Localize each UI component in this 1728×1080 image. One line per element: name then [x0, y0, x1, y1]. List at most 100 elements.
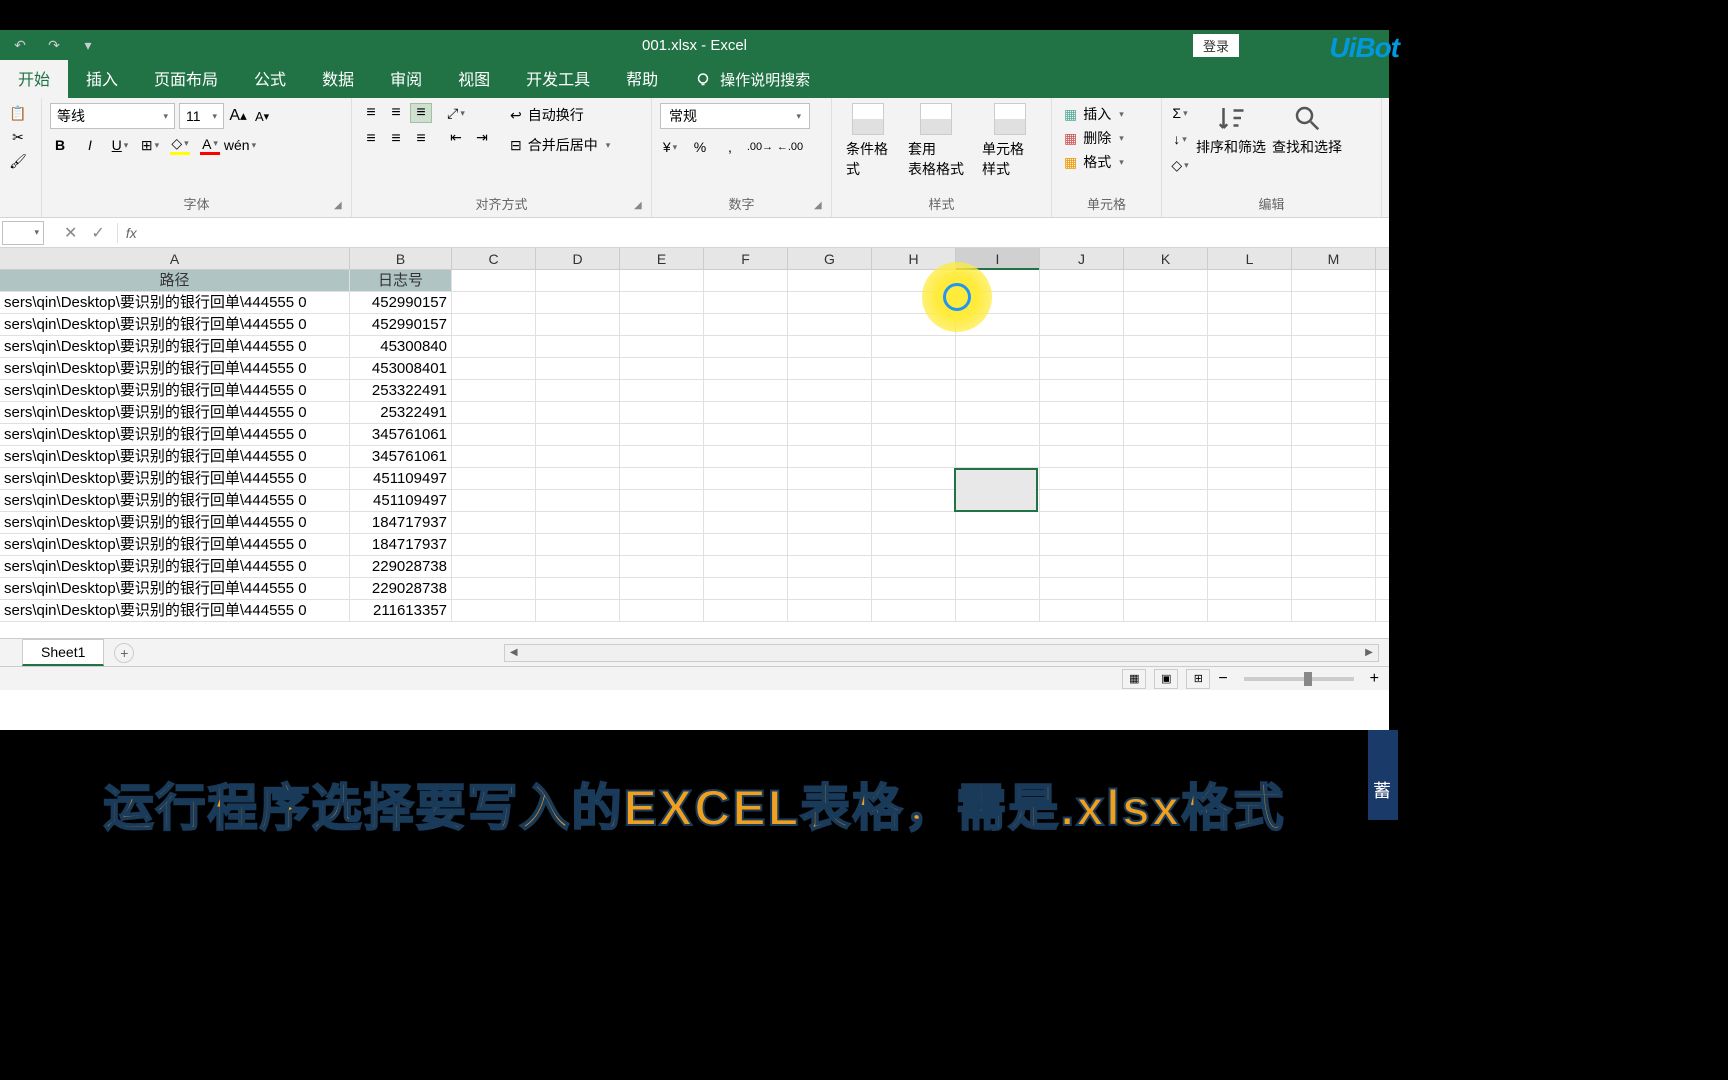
cell[interactable]: [620, 556, 704, 577]
cell[interactable]: [956, 490, 1040, 511]
cell[interactable]: [1040, 402, 1124, 423]
number-format-select[interactable]: 常规▾: [660, 103, 810, 129]
cell[interactable]: [1124, 600, 1208, 621]
cell[interactable]: [788, 468, 872, 489]
undo-icon[interactable]: ↶: [10, 35, 30, 55]
cell[interactable]: [1124, 314, 1208, 335]
cell[interactable]: [956, 512, 1040, 533]
cell[interactable]: [620, 358, 704, 379]
cell[interactable]: [704, 534, 788, 555]
cell[interactable]: sers\qin\Desktop\要识别的银行回单\444555 0: [0, 578, 350, 599]
cell[interactable]: [1040, 424, 1124, 445]
cell[interactable]: [956, 468, 1040, 489]
format-painter-icon[interactable]: 🖌: [8, 151, 28, 171]
cell[interactable]: [1292, 600, 1376, 621]
cell[interactable]: [620, 578, 704, 599]
cell[interactable]: [452, 600, 536, 621]
sort-filter-button[interactable]: 排序和筛选: [1196, 103, 1266, 157]
cell[interactable]: 211613357: [350, 600, 452, 621]
cell[interactable]: [872, 336, 956, 357]
cell[interactable]: [872, 512, 956, 533]
page-break-view-icon[interactable]: ⊞: [1186, 669, 1210, 689]
table-header-cell[interactable]: [1124, 270, 1208, 291]
cell[interactable]: [1124, 424, 1208, 445]
cell[interactable]: [704, 578, 788, 599]
cell[interactable]: 184717937: [350, 512, 452, 533]
cell[interactable]: 25322491: [350, 402, 452, 423]
cell[interactable]: [536, 490, 620, 511]
cell[interactable]: [872, 358, 956, 379]
cell[interactable]: [1208, 380, 1292, 401]
cell[interactable]: sers\qin\Desktop\要识别的银行回单\444555 0: [0, 490, 350, 511]
cell[interactable]: [788, 600, 872, 621]
number-dialog-launcher[interactable]: ◢: [814, 200, 828, 214]
fill-icon[interactable]: ↓▾: [1170, 129, 1190, 149]
tell-me-search[interactable]: 操作说明搜索: [676, 61, 828, 98]
format-cells-button[interactable]: ▦格式▾: [1060, 151, 1153, 173]
zoom-out-icon[interactable]: −: [1218, 670, 1227, 688]
cell[interactable]: [956, 336, 1040, 357]
cell[interactable]: [788, 336, 872, 357]
scroll-left-icon[interactable]: ◀: [505, 647, 523, 658]
cell[interactable]: [452, 490, 536, 511]
column-header[interactable]: L: [1208, 248, 1292, 269]
cell[interactable]: [872, 578, 956, 599]
cell[interactable]: [788, 578, 872, 599]
font-name-select[interactable]: 等线▾: [50, 103, 175, 129]
cell[interactable]: [956, 402, 1040, 423]
cell[interactable]: sers\qin\Desktop\要识别的银行回单\444555 0: [0, 380, 350, 401]
cell[interactable]: [1208, 556, 1292, 577]
cell[interactable]: 184717937: [350, 534, 452, 555]
cell[interactable]: [1124, 402, 1208, 423]
cell[interactable]: [704, 446, 788, 467]
cell[interactable]: [1292, 402, 1376, 423]
cell[interactable]: [1292, 490, 1376, 511]
alignment-dialog-launcher[interactable]: ◢: [634, 200, 648, 214]
table-header-cell[interactable]: [1208, 270, 1292, 291]
cell[interactable]: [1040, 380, 1124, 401]
sheet-tab[interactable]: Sheet1: [22, 639, 104, 666]
tab-review[interactable]: 审阅: [372, 58, 440, 98]
cell[interactable]: [704, 512, 788, 533]
cell[interactable]: [620, 534, 704, 555]
cell[interactable]: [1208, 534, 1292, 555]
cell[interactable]: [620, 336, 704, 357]
cell[interactable]: [1208, 292, 1292, 313]
tab-view[interactable]: 视图: [440, 58, 508, 98]
cell[interactable]: [536, 336, 620, 357]
cell[interactable]: [1208, 314, 1292, 335]
cell[interactable]: [1040, 556, 1124, 577]
column-header[interactable]: D: [536, 248, 620, 269]
cell[interactable]: [536, 556, 620, 577]
cell[interactable]: [872, 446, 956, 467]
cell[interactable]: [704, 336, 788, 357]
cell[interactable]: [620, 446, 704, 467]
cell[interactable]: [872, 556, 956, 577]
fill-color-button[interactable]: ◇▾: [170, 135, 190, 155]
cell[interactable]: [1124, 512, 1208, 533]
cell[interactable]: [704, 292, 788, 313]
cell[interactable]: [1208, 358, 1292, 379]
table-header-cell[interactable]: [620, 270, 704, 291]
clear-icon[interactable]: ◇▾: [1170, 155, 1190, 175]
cell[interactable]: [1292, 314, 1376, 335]
cell[interactable]: [1124, 556, 1208, 577]
font-size-select[interactable]: 11▾: [179, 103, 224, 129]
cell[interactable]: [452, 402, 536, 423]
table-header-cell[interactable]: [1040, 270, 1124, 291]
cell[interactable]: [1292, 358, 1376, 379]
cell[interactable]: [1124, 358, 1208, 379]
cell[interactable]: [1292, 424, 1376, 445]
cell[interactable]: [872, 490, 956, 511]
cell[interactable]: [1208, 424, 1292, 445]
table-header-cell[interactable]: [788, 270, 872, 291]
cell[interactable]: sers\qin\Desktop\要识别的银行回单\444555 0: [0, 600, 350, 621]
cell[interactable]: [452, 314, 536, 335]
cell[interactable]: sers\qin\Desktop\要识别的银行回单\444555 0: [0, 358, 350, 379]
cell[interactable]: [704, 424, 788, 445]
italic-button[interactable]: I: [80, 135, 100, 155]
cell[interactable]: sers\qin\Desktop\要识别的银行回单\444555 0: [0, 424, 350, 445]
cell[interactable]: [1292, 512, 1376, 533]
table-header-cell[interactable]: 日志号: [350, 270, 452, 291]
cell[interactable]: [452, 446, 536, 467]
